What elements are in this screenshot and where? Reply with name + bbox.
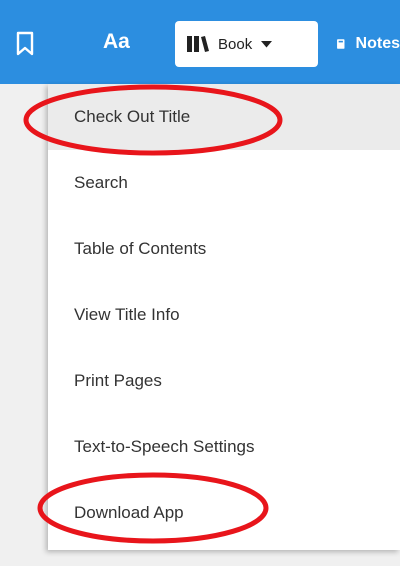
book-icon (187, 36, 209, 52)
top-toolbar: Aa Book Notes (0, 0, 400, 84)
book-menu-button[interactable]: Book (175, 21, 318, 67)
book-menu-label: Book (218, 35, 253, 53)
menu-item-check-out-title[interactable]: Check Out Title (48, 84, 400, 150)
notes-label: Notes (355, 35, 400, 52)
menu-item-search[interactable]: Search (48, 150, 400, 216)
menu-item-table-of-contents[interactable]: Table of Contents (48, 216, 400, 282)
menu-item-text-to-speech-settings[interactable]: Text-to-Speech Settings (48, 414, 400, 480)
bookmark-button[interactable] (12, 28, 38, 58)
menu-item-print-pages[interactable]: Print Pages (48, 348, 400, 414)
book-dropdown-menu: Check Out Title Search Table of Contents… (48, 84, 400, 550)
bookmark-icon (16, 31, 34, 56)
menu-item-download-app[interactable]: Download App (48, 480, 400, 546)
notebook-icon (337, 39, 345, 49)
menu-item-view-title-info[interactable]: View Title Info (48, 282, 400, 348)
text-settings-button[interactable]: Aa (103, 30, 130, 54)
chevron-down-icon (261, 40, 273, 47)
notes-button[interactable]: Notes (336, 21, 400, 67)
